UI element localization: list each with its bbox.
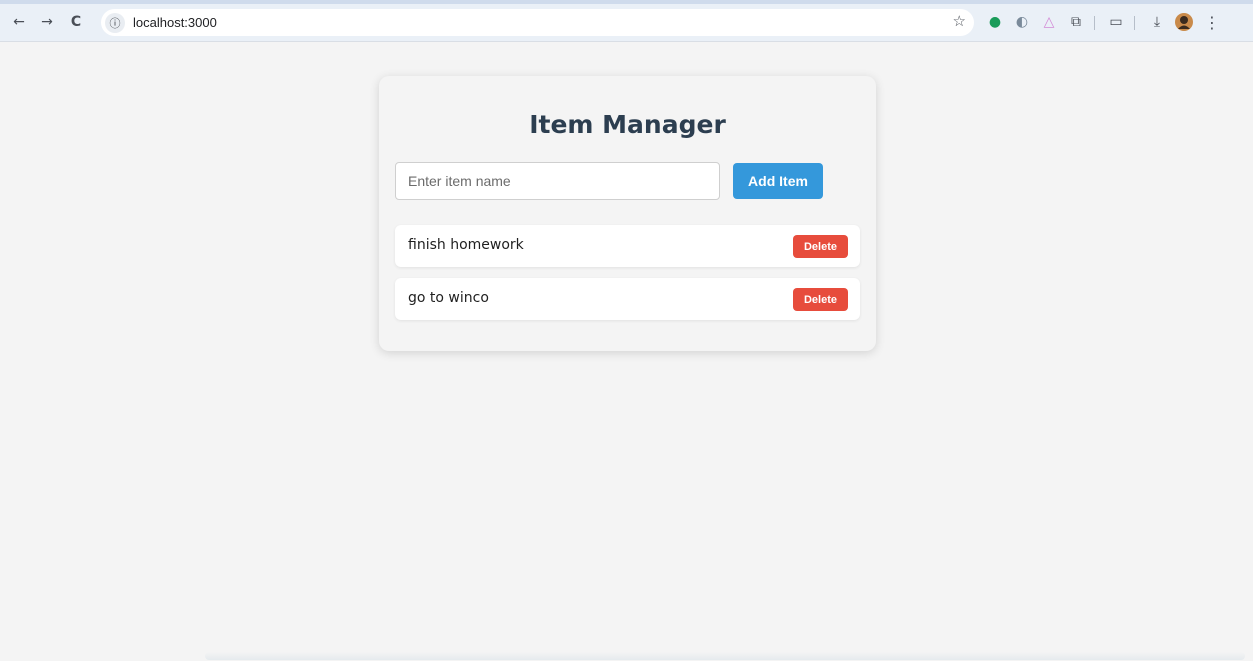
bottom-shadow [205,652,1245,660]
download-icon[interactable]: ⤓ [1145,10,1169,34]
grammarly-extension-icon[interactable]: ● [983,10,1007,34]
extensions-puzzle-icon[interactable]: ⧉ [1064,10,1088,34]
browser-window: ← → C ⓘ localhost:3000 ☆ ● ◐ △ ⧉ ▭ ⤓ ⋮ I… [0,0,1253,661]
reload-icon[interactable]: C [64,10,88,34]
extension-icon-pink[interactable]: △ [1037,10,1061,34]
address-url: localhost:3000 [133,15,217,30]
item-name-input[interactable] [395,162,720,200]
add-item-button[interactable]: Add Item [733,163,823,199]
avatar-icon [1175,13,1193,31]
delete-button[interactable]: Delete [793,235,848,258]
site-info-icon[interactable]: ⓘ [105,12,125,33]
page-content: Item Manager Add Item finish homework De… [5,42,1253,661]
list-item: go to winco Delete [395,278,860,320]
toolbar-divider [1134,16,1135,30]
page-title: Item Manager [529,110,726,139]
browser-toolbar: ← → C ⓘ localhost:3000 ☆ ● ◐ △ ⧉ ▭ ⤓ ⋮ [0,0,1253,42]
reading-mode-icon[interactable]: ▭ [1104,10,1128,34]
delete-button[interactable]: Delete [793,288,848,311]
list-item: finish homework Delete [395,225,860,267]
item-name: finish homework [408,237,524,253]
bookmark-star-icon[interactable]: ☆ [953,12,966,30]
toolbar-divider [1094,16,1095,30]
back-arrow-icon[interactable]: ← [7,10,31,34]
address-bar[interactable]: ⓘ localhost:3000 ☆ [101,9,974,36]
extension-icon[interactable]: ◐ [1010,10,1034,34]
item-name: go to winco [408,290,489,306]
profile-avatar[interactable] [1172,10,1196,34]
item-manager-card: Item Manager Add Item finish homework De… [379,76,876,351]
browser-menu-icon[interactable]: ⋮ [1200,10,1224,34]
forward-arrow-icon[interactable]: → [35,10,59,34]
